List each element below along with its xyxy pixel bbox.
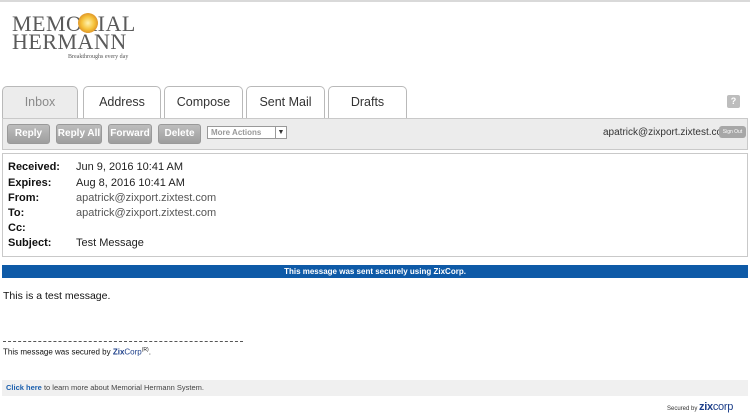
tab-sent-mail[interactable]: Sent Mail <box>246 86 325 118</box>
tab-address[interactable]: Address <box>83 86 161 118</box>
logo-tagline: Breakthroughs every day <box>68 54 129 60</box>
tab-inbox[interactable]: Inbox <box>2 86 78 119</box>
top-border <box>0 0 750 2</box>
registered-mark: (R) <box>141 347 149 353</box>
zix-logo-part: zix <box>699 401 713 413</box>
message-body: This is a test message. <box>3 290 111 302</box>
from-label: From: <box>8 192 40 204</box>
footer-bar: Click here to learn more about Memorial … <box>2 380 748 396</box>
tab-drafts[interactable]: Drafts <box>328 86 407 118</box>
sign-out-button[interactable]: Sign Out <box>719 126 746 138</box>
corp-logo-part: corp <box>712 401 734 413</box>
to-label: To: <box>8 207 25 219</box>
expires-label: Expires: <box>8 177 52 189</box>
reply-all-button[interactable]: Reply All <box>56 124 102 144</box>
secured-notice: This message was secured by ZixCorp(R). <box>3 347 151 357</box>
more-actions-select[interactable]: More Actions ▼ <box>207 126 287 139</box>
logo-line-2: HERMANN <box>12 29 127 54</box>
secure-banner: This message was sent securely using Zix… <box>2 265 748 278</box>
message-header: Received: Jun 9, 2016 10:41 AM Expires: … <box>2 153 748 257</box>
learn-more-link[interactable]: Click here <box>6 383 42 392</box>
more-actions-label: More Actions <box>211 128 262 137</box>
user-email: apatrick@zixport.zixtest.com <box>603 127 731 138</box>
received-value: Jun 9, 2016 10:41 AM <box>76 161 184 173</box>
footer-text: to learn more about Memorial Hermann Sys… <box>41 383 205 392</box>
secured-notice-prefix: This message was secured by <box>3 347 113 357</box>
chevron-down-icon: ▼ <box>275 127 286 138</box>
reply-button[interactable]: Reply <box>7 124 50 144</box>
cc-label: Cc: <box>8 222 26 234</box>
secured-by-zixcorp-logo: Secured by zixcorp <box>667 401 733 413</box>
secured-by-label: Secured by <box>667 406 698 412</box>
tab-compose[interactable]: Compose <box>164 86 243 118</box>
delete-button[interactable]: Delete <box>158 124 201 144</box>
received-label: Received: <box>8 161 60 173</box>
from-value: apatrick@zixport.zixtest.com <box>76 192 217 204</box>
expires-value: Aug 8, 2016 10:41 AM <box>76 177 185 189</box>
subject-value: Test Message <box>76 237 144 249</box>
memorial-hermann-logo[interactable]: MEMORIAL HERMANN Breakthroughs every day <box>12 12 142 61</box>
help-icon[interactable]: ? <box>727 95 740 108</box>
secured-notice-suffix: . <box>148 347 151 357</box>
subject-label: Subject: <box>8 237 52 249</box>
forward-button[interactable]: Forward <box>108 124 152 144</box>
corp-word: Corp <box>124 347 142 357</box>
to-value: apatrick@zixport.zixtest.com <box>76 207 217 219</box>
message-toolbar: Reply Reply All Forward Delete More Acti… <box>2 118 748 150</box>
zix-word: Zix <box>112 347 125 357</box>
signature-divider <box>3 341 243 342</box>
